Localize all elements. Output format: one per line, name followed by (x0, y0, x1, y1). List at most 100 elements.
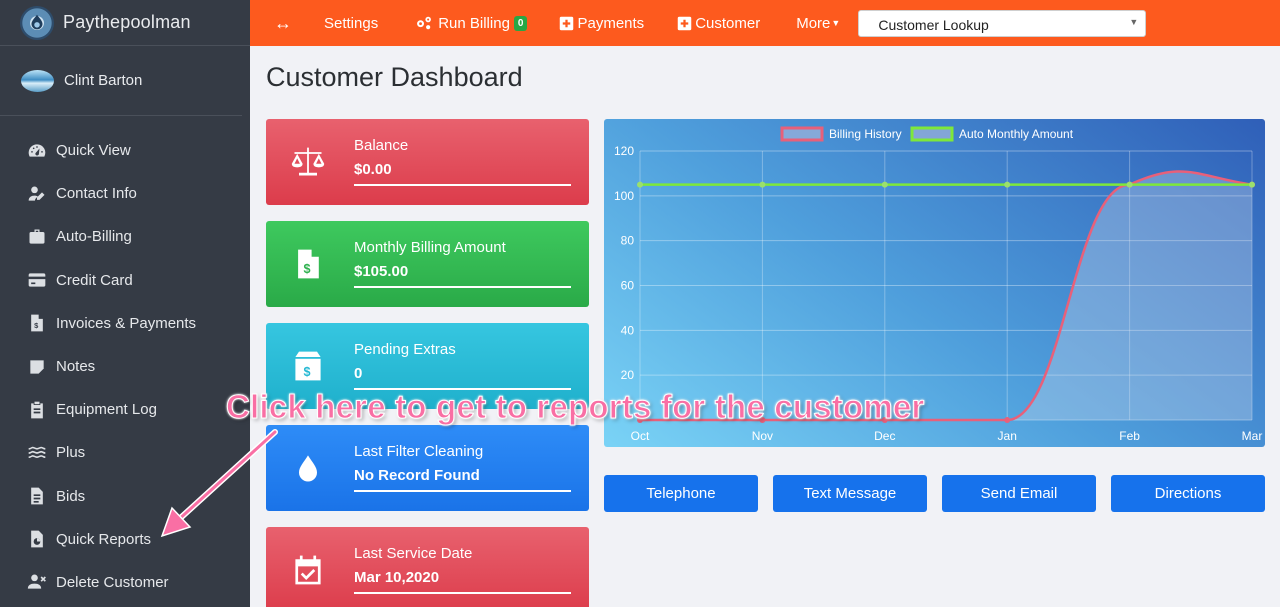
user-edit-icon (25, 184, 49, 204)
legend-swatch (780, 126, 824, 142)
sidebar-item-contact-info[interactable]: Contact Info (0, 172, 250, 215)
sidebar-item-notes[interactable]: Notes (0, 345, 250, 388)
card-value: No Record Found (354, 467, 480, 484)
series-area-billing-history (640, 171, 1252, 420)
sidebar-item-label: Bids (56, 487, 86, 505)
y-tick-label: 80 (621, 234, 635, 248)
directions-button[interactable]: Directions (1111, 475, 1265, 512)
sidebar-toggle-icon[interactable]: ↔ (274, 0, 292, 46)
nav-customer-label: Customer (695, 14, 761, 32)
water-icon (25, 443, 49, 463)
sticky-note-icon (25, 357, 49, 377)
billing-history-point (1004, 417, 1011, 423)
gauge-icon (25, 141, 49, 161)
nav-run-billing[interactable]: Run Billing 0 (415, 0, 528, 46)
sidebar-item-quick-reports[interactable]: Quick Reports (0, 518, 250, 561)
card-value: 0 (354, 365, 363, 382)
x-tick-label: Nov (752, 429, 773, 443)
page-title: Customer Dashboard (266, 62, 523, 92)
top-navbar: ↔ Settings Run Billing 0 Payments Custom… (250, 0, 1280, 46)
auto-monthly-amount-point (1249, 181, 1255, 188)
sidebar-item-bids[interactable]: Bids (0, 475, 250, 518)
card-value: $105.00 (354, 263, 409, 280)
card-divider (354, 592, 571, 594)
x-tick-label: Jan (998, 429, 1017, 443)
suitcase-icon (25, 227, 49, 247)
nav-run-billing-label: Run Billing (438, 14, 510, 32)
auto-monthly-amount-point (1126, 181, 1133, 188)
sidebar-item-credit-card[interactable]: Credit Card (0, 259, 250, 302)
brand[interactable]: Paythepoolman (0, 0, 250, 46)
card-divider (354, 184, 571, 186)
sidebar-item-invoices-payments[interactable]: $ Invoices & Payments (0, 302, 250, 345)
auto-monthly-amount-point (759, 181, 766, 188)
nav-customer[interactable]: Customer (677, 0, 760, 46)
monthly-billing-card[interactable]: $ Monthly Billing Amount $105.00 (266, 221, 589, 307)
customer-lookup-value: Customer Lookup (878, 17, 989, 33)
y-tick-label: 100 (614, 189, 634, 203)
sidebar-item-auto-billing[interactable]: Auto-Billing (0, 215, 250, 258)
svg-text:$: $ (304, 262, 311, 276)
legend-swatch (910, 126, 954, 142)
plus-square-icon (677, 16, 692, 30)
brand-logo-icon (20, 5, 54, 40)
x-tick-label: Dec (874, 429, 895, 443)
sidebar-item-quick-view[interactable]: Quick View (0, 129, 250, 172)
user-profile[interactable]: Clint Barton (0, 46, 242, 116)
nav-more-dropdown[interactable]: More ▼ (796, 0, 840, 46)
nav-settings[interactable]: Settings (324, 0, 378, 46)
text-message-button[interactable]: Text Message (773, 475, 927, 512)
annotation-text: Click here to get to reports for the cus… (225, 388, 925, 426)
sidebar-item-label: Quick View (56, 142, 131, 160)
dropdown-arrow-icon: ▼ (1129, 16, 1139, 27)
balance-scale-icon (289, 143, 327, 181)
svg-text:$: $ (304, 365, 311, 379)
y-tick-label: 60 (621, 279, 635, 293)
sidebar-item-label: Plus (56, 444, 86, 462)
auto-monthly-amount-point (637, 181, 643, 188)
y-tick-label: 20 (621, 368, 635, 382)
sidebar-item-label: Invoices & Payments (56, 314, 197, 332)
sidebar-item-plus[interactable]: Plus (0, 431, 250, 474)
sidebar-item-label: Quick Reports (56, 530, 152, 548)
brand-name: Paythepoolman (63, 12, 191, 32)
box-dollar-icon: $ (289, 347, 327, 385)
sidebar-item-label: Notes (56, 358, 96, 376)
card-divider (354, 490, 571, 492)
legend-label: Auto Monthly Amount (959, 127, 1074, 141)
invoice-dollar-icon: $ (289, 245, 327, 283)
invoice-icon: $ (25, 313, 49, 333)
run-billing-count-badge: 0 (513, 15, 528, 31)
sidebar-item-label: Delete Customer (56, 573, 169, 591)
telephone-button[interactable]: Telephone (604, 475, 758, 512)
card-title: Last Service Date (354, 545, 473, 562)
send-email-button[interactable]: Send Email (942, 475, 1096, 512)
x-tick-label: Feb (1119, 429, 1140, 443)
sidebar-item-equipment-log[interactable]: Equipment Log (0, 388, 250, 431)
y-tick-label: 120 (614, 144, 634, 158)
credit-card-icon (25, 270, 49, 290)
nav-payments[interactable]: Payments (559, 0, 644, 46)
report-icon (25, 529, 49, 549)
x-tick-label: Oct (631, 429, 650, 443)
last-filter-cleaning-card[interactable]: Last Filter Cleaning No Record Found (266, 425, 589, 511)
card-title: Pending Extras (354, 341, 456, 358)
sidebar-item-label: Equipment Log (56, 401, 157, 419)
calendar-check-icon (289, 551, 327, 589)
last-service-date-card[interactable]: Last Service Date Mar 10,2020 (266, 527, 589, 607)
nav-payments-label: Payments (577, 14, 645, 32)
plus-square-icon (560, 16, 574, 30)
card-title: Last Filter Cleaning (354, 443, 484, 460)
clipboard-icon (25, 400, 49, 420)
card-title: Balance (354, 137, 409, 154)
card-title: Monthly Billing Amount (354, 239, 506, 256)
sidebar: Paythepoolman Clint Barton Quick View Co… (0, 0, 250, 607)
balance-card[interactable]: Balance $0.00 (266, 119, 589, 205)
sidebar-item-delete-customer[interactable]: Delete Customer (0, 561, 250, 604)
cogs-icon (417, 16, 432, 30)
user-name: Clint Barton (64, 72, 143, 89)
customer-lookup-select[interactable]: Customer Lookup ▼ (858, 9, 1147, 37)
auto-monthly-amount-point (1004, 181, 1011, 188)
user-times-icon (25, 572, 49, 592)
sidebar-item-label: Contact Info (56, 185, 137, 203)
